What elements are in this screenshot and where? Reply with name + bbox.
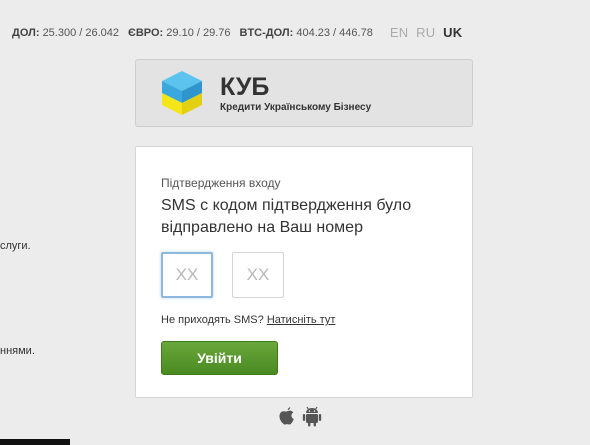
currency-rates-bar: ДОЛ: 25.300 / 26.042 ЄВРО: 29.10 / 29.76… <box>12 25 466 40</box>
lang-en[interactable]: EN <box>390 25 408 40</box>
side-text-1: слуги. <box>0 240 31 252</box>
lang-uk[interactable]: UK <box>443 25 462 40</box>
resend-line: Не приходять SMS? Натисніть тут <box>161 314 335 326</box>
app-links <box>278 405 328 432</box>
lang-ru[interactable]: RU <box>416 25 435 40</box>
rate-btc: BTC-ДОЛ: 404.23 / 446.78 <box>239 26 373 39</box>
side-text-2: ннями. <box>0 345 35 357</box>
logo-text: КУБ Кредити Українському Бізнесу <box>220 74 371 113</box>
side-dark-bar <box>0 439 70 445</box>
confirm-message: SMS с кодом підтвердження було відправле… <box>161 197 412 236</box>
sms-code-input-2[interactable] <box>232 252 284 298</box>
sms-code-input-1[interactable] <box>161 252 213 298</box>
sms-confirm-card: Підтвердження входу SMS с кодом підтверд… <box>135 146 473 398</box>
rate-usd: ДОЛ: 25.300 / 26.042 <box>12 26 120 39</box>
resend-question: Не приходять SMS? <box>161 314 264 326</box>
cube-logo-icon <box>162 71 202 115</box>
brand-name: КУБ <box>220 72 270 101</box>
apple-icon[interactable] <box>278 406 296 431</box>
brand-subtitle: Кредити Українському Бізнесу <box>220 101 372 113</box>
resend-link[interactable]: Натисніть тут <box>267 314 336 326</box>
language-switcher: EN RU UK <box>390 25 466 40</box>
login-button[interactable]: Увійти <box>161 341 278 375</box>
logo-header: КУБ Кредити Українському Бізнесу <box>135 59 473 127</box>
confirm-label: Підтвердження входу <box>161 176 281 190</box>
rate-eur: ЄВРО: 29.10 / 29.76 <box>128 26 231 39</box>
android-icon[interactable] <box>302 405 322 432</box>
